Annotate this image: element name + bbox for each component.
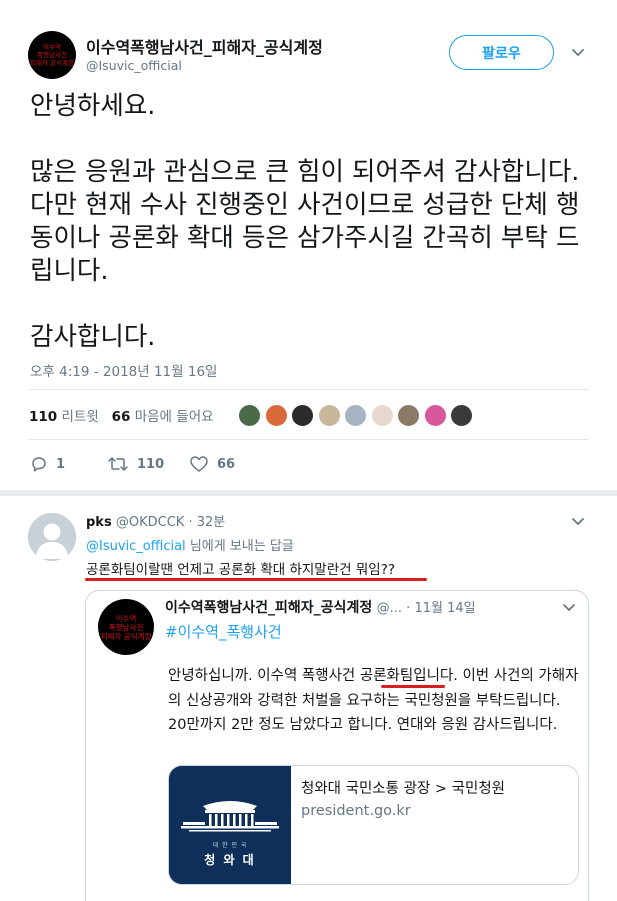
quoted-hashtag[interactable]: #이수역_폭행사건 [165, 621, 282, 642]
retweet-label[interactable]: 리트윗 [61, 409, 98, 425]
chevron-down-icon[interactable] [567, 44, 589, 62]
card-text: 청와대 국민소통 광장 > 국민청원 president.go.kr [291, 766, 517, 884]
account-avatar[interactable]: 이수역 폭행남사건 피해자 공식계정 [28, 31, 76, 79]
reply-text: 공론화팀이랄땐 언제고 공론화 확대 하지말란건 뭐임?? [86, 562, 396, 578]
follow-button[interactable]: 팔로우 [449, 35, 554, 70]
avatar-line-2: 폭행남사건 [108, 622, 144, 632]
reply-count: 1 [56, 456, 66, 472]
reply-icon [32, 457, 46, 472]
avatar-line-1: 이수역 [43, 43, 61, 51]
avatar-line-3: 피해자 공식계정 [30, 59, 74, 67]
divider [29, 389, 589, 390]
account-name[interactable]: 이수역폭행남사건_피해자_공식계정 [86, 34, 323, 58]
like-label[interactable]: 마음에 들어요 [135, 409, 214, 425]
red-underline-annotation [85, 578, 427, 581]
liker-avatar[interactable] [344, 404, 367, 427]
tweet-timestamp[interactable]: 오후 4:19 - 2018년 11월 16일 [30, 360, 217, 380]
liker-avatar[interactable] [397, 404, 420, 427]
liker-avatar[interactable] [423, 404, 447, 427]
quoted-handle-time[interactable]: @... · 11월 14일 [377, 601, 476, 616]
card-image: 대 한 민 국 청 와 대 [169, 766, 291, 884]
quoted-text: 안녕하십니까. 이수역 폭행사건 공론화팀입니다. 이번 사건의 가해자의 신상… [168, 664, 582, 738]
replying-to: @Isuvic_official 님에게 보내는 답글 [86, 535, 294, 554]
reply-to-handle[interactable]: @Isuvic_official [86, 539, 186, 554]
reply-header: pks @OKDCCK · 32분 [86, 515, 226, 530]
liker-avatar[interactable] [317, 404, 341, 427]
card-image-caption-small: 대 한 민 국 [212, 842, 248, 849]
engagement-stats: 110 리트윗 66 마음에 들어요 [29, 405, 214, 425]
reply-author-name[interactable]: pks [86, 515, 112, 530]
reply-author-handle[interactable]: @OKDCCK [116, 515, 184, 530]
avatar-line-3: 피해자 공식계정 [100, 631, 152, 641]
liker-avatar[interactable] [264, 404, 288, 427]
avatar-line-1: 이수역 [115, 613, 137, 623]
like-count-action: 66 [217, 456, 236, 472]
quoted-author-name[interactable]: 이수역폭행남사건_피해자_공식계정 [165, 600, 372, 616]
card-image-caption: 청 와 대 [204, 853, 256, 867]
chevron-down-icon[interactable] [567, 513, 589, 531]
retweet-icon [108, 457, 128, 471]
divider [29, 439, 589, 440]
heart-icon [190, 456, 208, 472]
reply-avatar[interactable] [28, 513, 76, 561]
tweet-text: 안녕하세요. 많은 응원과 관심으로 큰 힘이 되어주셔 감사합니다. 다만 현… [30, 91, 580, 352]
card-domain: president.go.kr [301, 803, 411, 819]
quoted-header: 이수역폭행남사건_피해자_공식계정 @... · 11월 14일 [165, 597, 476, 617]
default-avatar-icon [28, 513, 76, 561]
liker-avatar[interactable] [450, 404, 473, 427]
section-divider [0, 490, 617, 496]
quoted-text-before: 안녕하십니까. 이수역 폭행사건 [168, 668, 360, 684]
link-card[interactable]: 대 한 민 국 청 와 대 청와대 국민소통 광장 > 국민청원 preside… [168, 765, 579, 885]
account-handle[interactable]: @Isuvic_official [86, 58, 182, 73]
retweet-action[interactable]: 110 [107, 455, 164, 473]
liker-avatar[interactable] [370, 404, 394, 427]
liker-avatar[interactable] [238, 404, 261, 427]
reply-time[interactable]: 32분 [197, 515, 226, 530]
liker-avatars [238, 404, 473, 427]
liker-avatar[interactable] [291, 404, 314, 427]
quoted-avatar[interactable]: 이수역 폭행남사건 피해자 공식계정 [98, 599, 154, 655]
retweet-count[interactable]: 110 [29, 409, 57, 425]
chevron-down-icon[interactable] [558, 599, 580, 617]
avatar-line-2: 폭행남사건 [37, 51, 67, 59]
red-underline-annotation [381, 685, 445, 688]
retweet-count-action: 110 [137, 456, 165, 472]
like-action[interactable]: 66 [189, 455, 235, 473]
reply-to-suffix: 님에게 보내는 답글 [189, 539, 294, 554]
reply-action[interactable]: 1 [30, 455, 65, 473]
quoted-text-highlight: 공론화팀 [359, 668, 414, 684]
like-count[interactable]: 66 [112, 409, 131, 425]
card-title: 청와대 국민소통 광장 > 국민청원 [301, 781, 506, 797]
